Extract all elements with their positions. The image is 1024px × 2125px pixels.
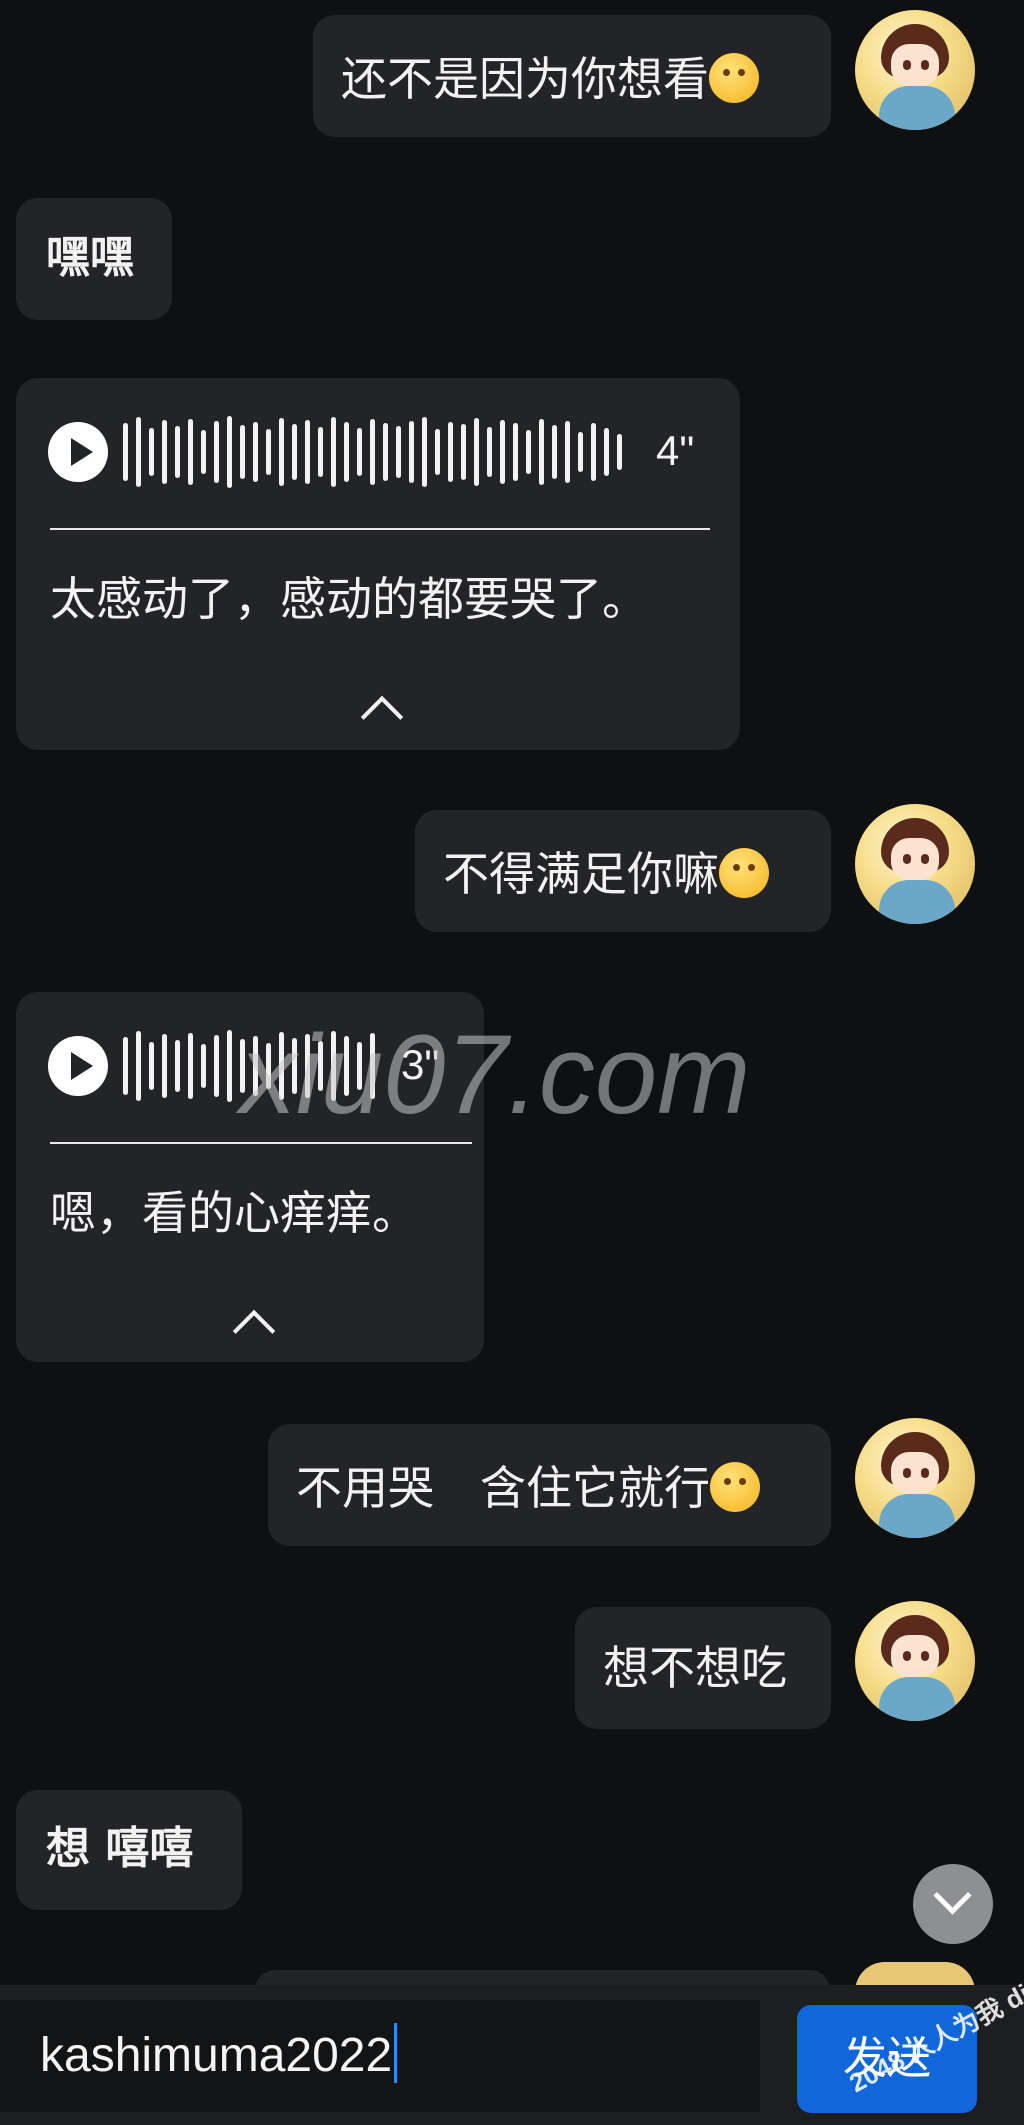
waveform-bar [136,1031,141,1101]
message-text: 想不想吃 [603,1641,787,1695]
emoji-icon [719,848,769,898]
my-avatar[interactable] [855,804,975,924]
waveform-bar [149,1042,154,1090]
voice-transcript: 太感动了，感动的都要哭了。 [50,572,648,626]
waveform-bar [305,420,310,484]
waveform-bar [162,1034,167,1098]
waveform-bar [357,428,362,476]
my-avatar[interactable] [855,1601,975,1721]
waveform-bar [201,1044,206,1088]
waveform-bar [461,424,466,480]
waveform-bar [318,427,323,477]
waveform-bar [513,423,518,481]
message-text: 不用哭 含住它就行 [296,1462,760,1512]
play-icon[interactable] [48,1036,108,1096]
waveform-bar [331,1031,336,1101]
incoming-message-bubble[interactable]: 想 嘻嘻 [16,1790,242,1910]
waveform-bar [344,422,349,482]
waveform-bar [331,417,336,487]
waveform-bar [474,418,479,486]
waveform-bar [383,423,388,481]
emoji-icon [709,53,759,103]
waveform-bar [266,1043,271,1089]
message-text: 想 嘻嘻 [46,1823,194,1874]
divider [50,1142,472,1144]
waveform-bar [162,420,167,484]
waveform-bar [136,417,141,487]
waveform-bar [578,432,583,472]
waveform-bar [422,417,427,487]
waveform-bar [565,421,570,483]
scroll-to-bottom-chevron-down-icon[interactable] [913,1864,993,1944]
waveform-bar [604,428,609,476]
waveform-bar [292,424,297,480]
waveform-bar [253,422,258,482]
waveform-bar [344,1036,349,1096]
waveform-bar [370,1033,375,1099]
message-text: 嘿嘿 [46,232,134,283]
waveform-bar [214,1035,219,1097]
input-value: kashimuma2022 [40,2029,393,2082]
outgoing-message-bubble[interactable]: 不用哭 含住它就行 [268,1424,831,1546]
waveform-bar [214,421,219,483]
emoji-icon [710,1462,760,1512]
waveform-bar [175,1040,180,1092]
outgoing-message-bubble[interactable]: 不得满足你嘛 [415,810,831,932]
waveform-bar [266,429,271,475]
voice-message-bubble[interactable]: 3" 嗯，看的心痒痒。 [16,992,484,1362]
divider [50,528,710,530]
voice-waveform [123,1026,375,1106]
waveform-bar [318,1041,323,1091]
collapse-chevron-up-icon[interactable] [232,1309,276,1353]
waveform-bar [409,421,414,483]
voice-message-bubble[interactable]: 4" 太感动了，感动的都要哭了。 [16,378,740,750]
waveform-bar [292,1038,297,1094]
waveform-bar [227,1030,232,1102]
text-caret [394,2023,398,2083]
play-icon[interactable] [48,422,108,482]
incoming-message-bubble[interactable]: 嘿嘿 [16,198,172,320]
waveform-bar [253,1036,258,1096]
my-avatar[interactable] [855,1418,975,1538]
my-avatar[interactable] [855,10,975,130]
collapse-chevron-up-icon[interactable] [360,695,404,739]
waveform-bar [123,423,128,481]
waveform-bar [591,423,596,481]
message-text: 不得满足你嘛 [443,848,769,898]
message-input[interactable]: kashimuma2022 [0,2000,760,2112]
waveform-bar [552,425,557,479]
waveform-bar [526,430,531,474]
voice-duration: 3" [401,1041,440,1088]
waveform-bar [448,422,453,482]
waveform-bar [305,1034,310,1098]
waveform-bar [240,425,245,479]
waveform-bar [240,1039,245,1093]
waveform-bar [279,1032,284,1100]
waveform-bar [370,419,375,485]
waveform-bar [435,429,440,475]
waveform-bar [617,434,622,470]
waveform-bar [123,1037,128,1095]
waveform-bar [175,426,180,478]
voice-waveform [123,412,622,492]
waveform-bar [487,427,492,477]
waveform-bar [188,419,193,485]
outgoing-message-bubble[interactable]: 还不是因为你想看 [313,15,831,137]
waveform-bar [357,1042,362,1090]
waveform-bar [227,416,232,488]
waveform-bar [396,426,401,478]
waveform-bar [539,419,544,485]
waveform-bar [201,430,206,474]
waveform-bar [149,428,154,476]
waveform-bar [500,420,505,484]
outgoing-message-bubble[interactable]: 想不想吃 [575,1607,831,1729]
voice-duration: 4" [656,427,695,474]
waveform-bar [279,418,284,486]
waveform-bar [188,1033,193,1099]
message-text: 还不是因为你想看 [341,53,759,103]
voice-transcript: 嗯，看的心痒痒。 [50,1186,418,1240]
